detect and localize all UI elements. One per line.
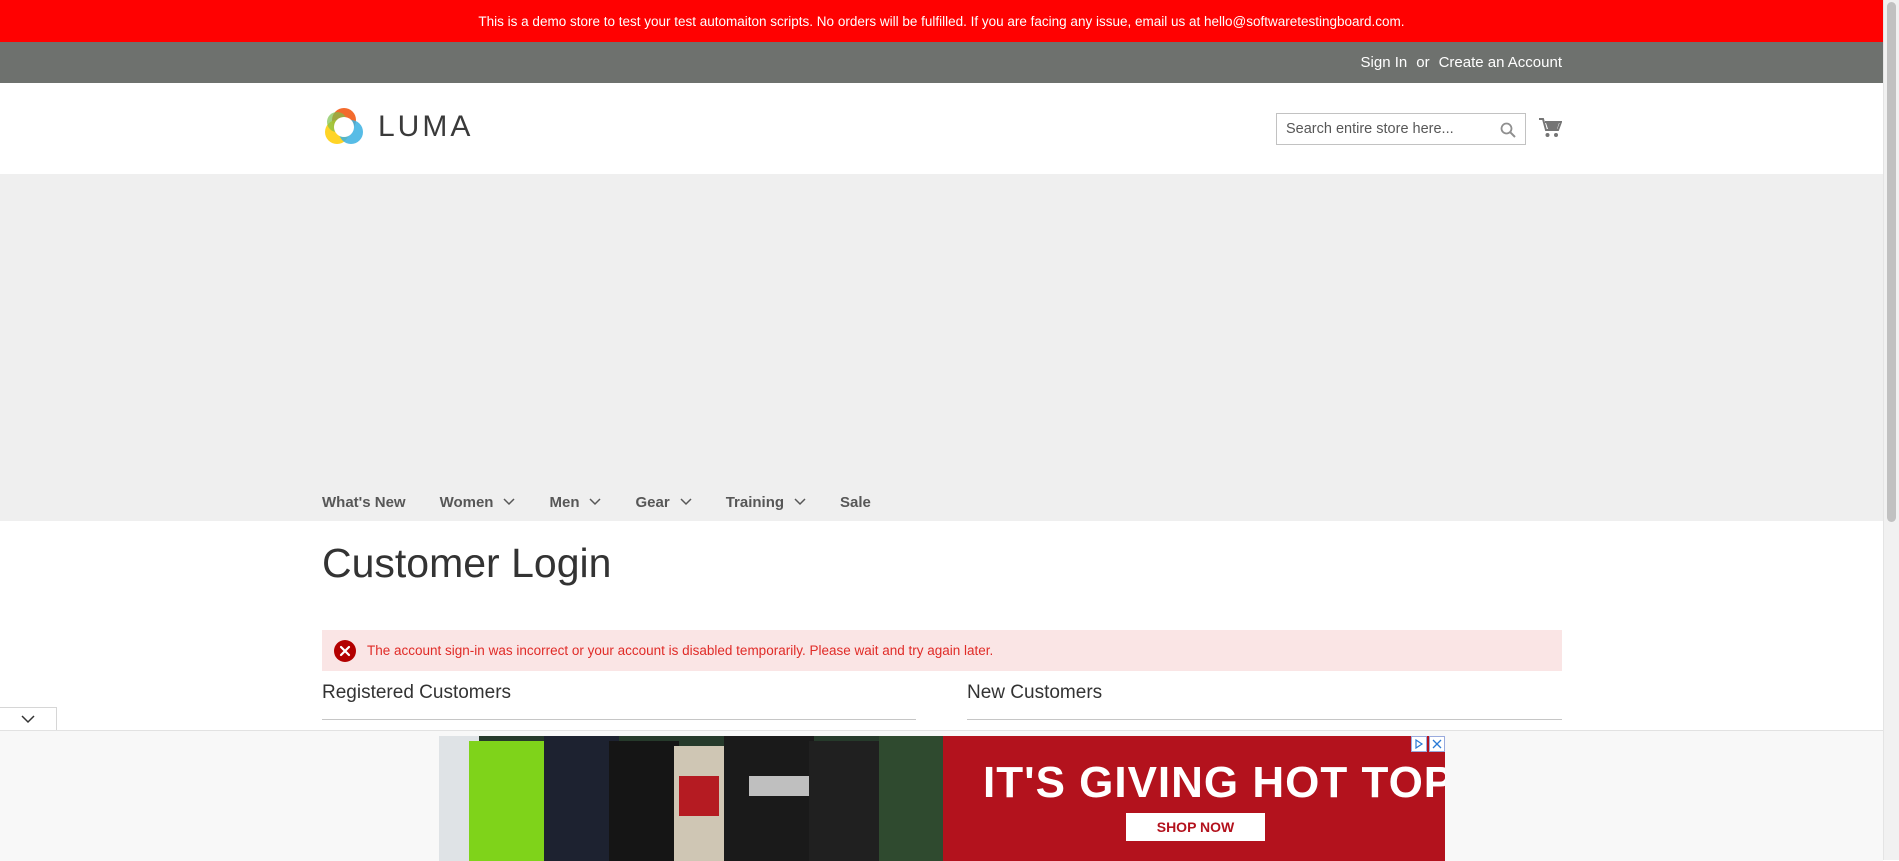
sign-in-link[interactable]: Sign In [1361,54,1408,71]
ad-image [439,736,943,861]
hero-and-nav-area: What's New Women Men Gear Training Sale [0,174,1883,521]
account-bar: Sign In or Create an Account [0,42,1883,83]
shop-now-button[interactable]: SHOP NOW [1126,813,1265,841]
chevron-down-icon [794,498,806,506]
divider [322,719,916,720]
header-links: Sign In or Create an Account [1361,42,1562,83]
chevron-down-icon [680,498,692,506]
ad-collapse-toggle[interactable] [0,707,57,731]
nav-men[interactable]: Men [549,493,602,511]
or-separator: or [1416,54,1430,71]
ad-red-panel: IT'S GIVING HOT TOPIC SHOP NOW [943,736,1445,861]
ad-photo-graphic [439,736,943,861]
chevron-down-icon [503,498,516,506]
nav-sale[interactable]: Sale [840,494,871,511]
nav-label: Sale [840,493,871,511]
main-nav: What's New Women Men Gear Training Sale [322,487,905,517]
scrollbar-thumb[interactable] [1887,2,1896,522]
ad-banner[interactable]: IT'S GIVING HOT TOPIC SHOP NOW [439,736,1445,861]
error-message: The account sign-in was incorrect or you… [322,630,1562,671]
nav-women[interactable]: Women [440,494,516,511]
demo-store-banner: This is a demo store to test your test a… [0,0,1883,42]
logo-text: LUMA [378,110,474,143]
search-box [1276,113,1526,145]
site-header: LUMA [0,83,1883,174]
nav-label: Men [549,493,580,511]
chevron-down-icon [589,498,602,506]
registered-customers-title: Registered Customers [322,682,512,703]
nav-training[interactable]: Training [726,494,806,511]
ad-info-icon[interactable] [1411,736,1427,752]
create-account-link[interactable]: Create an Account [1439,54,1562,71]
ad-headline: IT'S GIVING HOT TOPIC [983,758,1445,807]
nav-label: Training [725,493,785,511]
nav-label: Women [439,493,494,511]
logo-link[interactable]: LUMA [322,105,473,149]
nav-gear[interactable]: Gear [635,493,692,511]
error-x-icon [334,639,356,662]
divider [967,719,1562,720]
luma-logo-icon [325,108,363,144]
ad-container: IT'S GIVING HOT TOPIC SHOP NOW [0,730,1883,861]
new-customers-title: New Customers [967,682,1103,703]
search-input[interactable] [1277,114,1491,144]
nav-whats-new[interactable]: What's New [322,494,406,511]
page-scrollbar[interactable] [1883,0,1899,860]
chevron-down-icon [21,715,35,724]
cart-icon[interactable] [1538,117,1562,139]
page-title: Customer Login [322,540,612,586]
ad-close-icon[interactable] [1429,736,1445,752]
nav-label: Gear [635,493,670,511]
error-text: The account sign-in was incorrect or you… [367,643,994,658]
nav-label: What's New [322,493,406,511]
search-icon[interactable] [1499,121,1517,139]
